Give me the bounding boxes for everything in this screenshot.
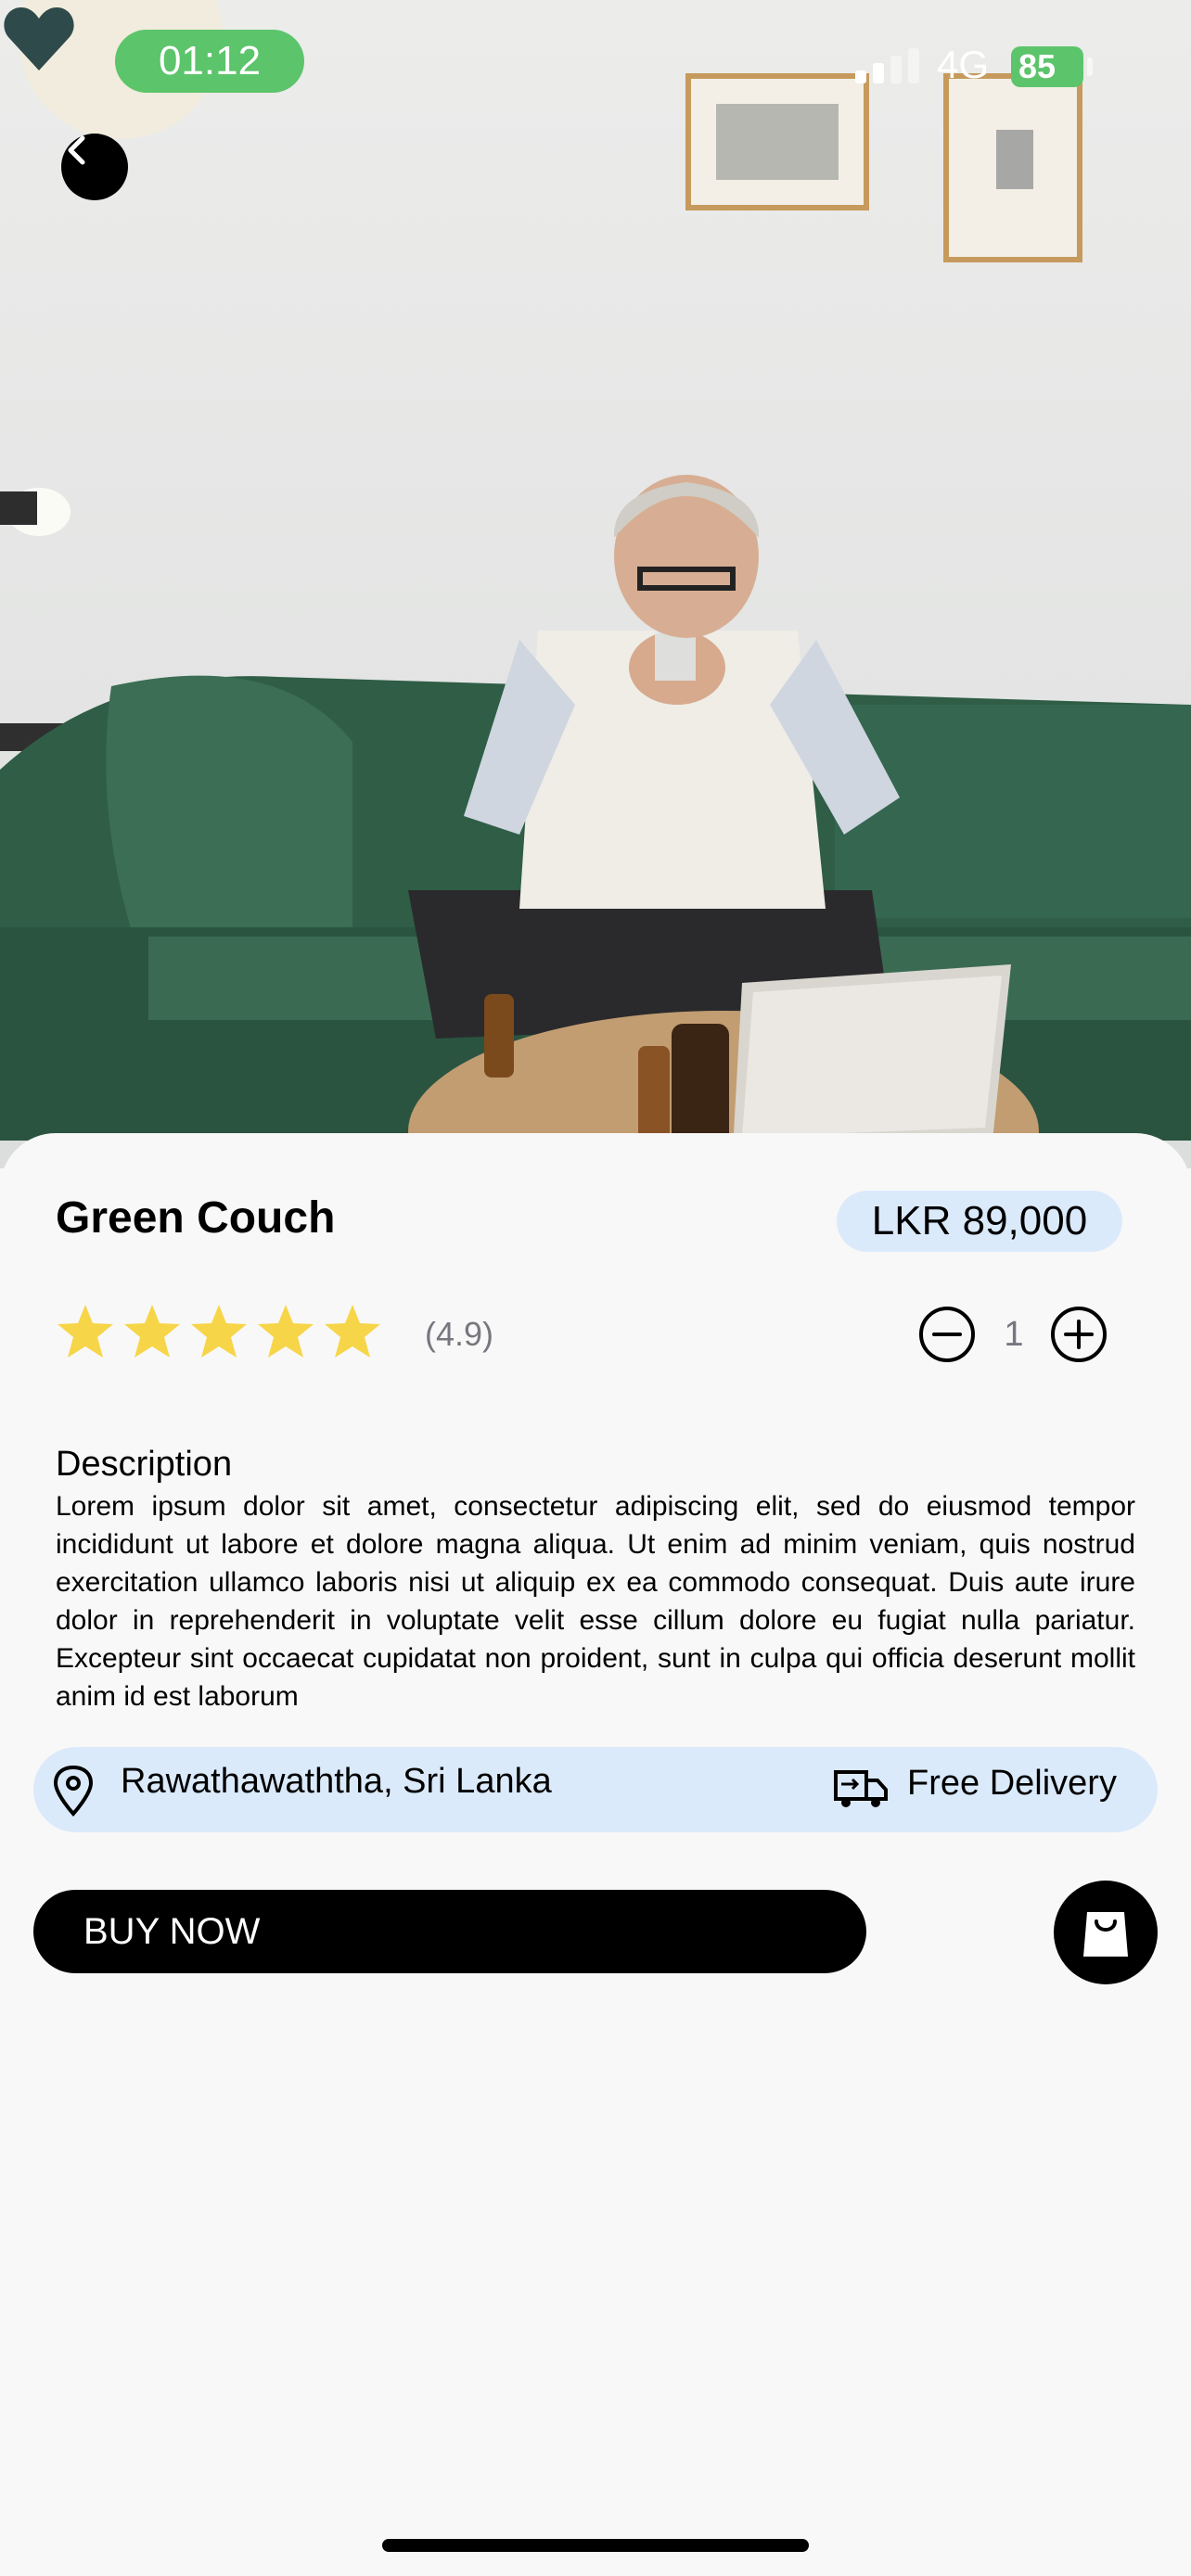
back-button[interactable]	[61, 134, 128, 200]
cart-button[interactable]	[1054, 1881, 1158, 1984]
network-label: 4G	[937, 43, 990, 86]
star-icon	[58, 1305, 113, 1358]
star-icon	[258, 1305, 314, 1358]
description-heading: Description	[56, 1445, 233, 1484]
location-text: Rawathawaththa, Sri Lanka	[121, 1762, 552, 1801]
buy-now-label: BUY NOW	[83, 1910, 261, 1952]
rating-value: (4.9)	[425, 1315, 494, 1353]
status-time: 01:12	[115, 30, 304, 93]
star-icon	[124, 1305, 180, 1358]
photo-scene	[0, 0, 1191, 1168]
delivery-truck-icon	[834, 1770, 888, 1807]
price-badge: LKR 89,000	[837, 1191, 1122, 1252]
battery-icon: 85	[1011, 46, 1083, 87]
home-indicator[interactable]	[382, 2539, 809, 2552]
battery-tip	[1087, 57, 1093, 76]
product-photo: 01:12 4G 85	[0, 0, 1191, 1168]
minus-circle-icon[interactable]	[918, 1306, 976, 1363]
delivery-text: Free Delivery	[907, 1764, 1117, 1803]
buy-now-button[interactable]: BUY NOW	[33, 1890, 866, 1973]
description-text: Lorem ipsum dolor sit amet, consectetur …	[56, 1491, 1135, 1712]
battery-level: 85	[1018, 47, 1057, 85]
location-pin-icon	[53, 1765, 94, 1817]
quantity-value: 1	[1004, 1315, 1024, 1354]
product-title: Green Couch	[56, 1193, 336, 1243]
shopping-bag-icon	[1083, 1912, 1128, 1957]
heart-icon[interactable]	[0, 0, 78, 78]
chevron-left-icon	[68, 135, 85, 165]
star-icon	[325, 1305, 380, 1358]
rating-stars	[56, 1302, 382, 1361]
plus-circle-icon[interactable]	[1050, 1306, 1108, 1363]
star-icon	[191, 1305, 247, 1358]
signal-icon	[855, 48, 919, 83]
